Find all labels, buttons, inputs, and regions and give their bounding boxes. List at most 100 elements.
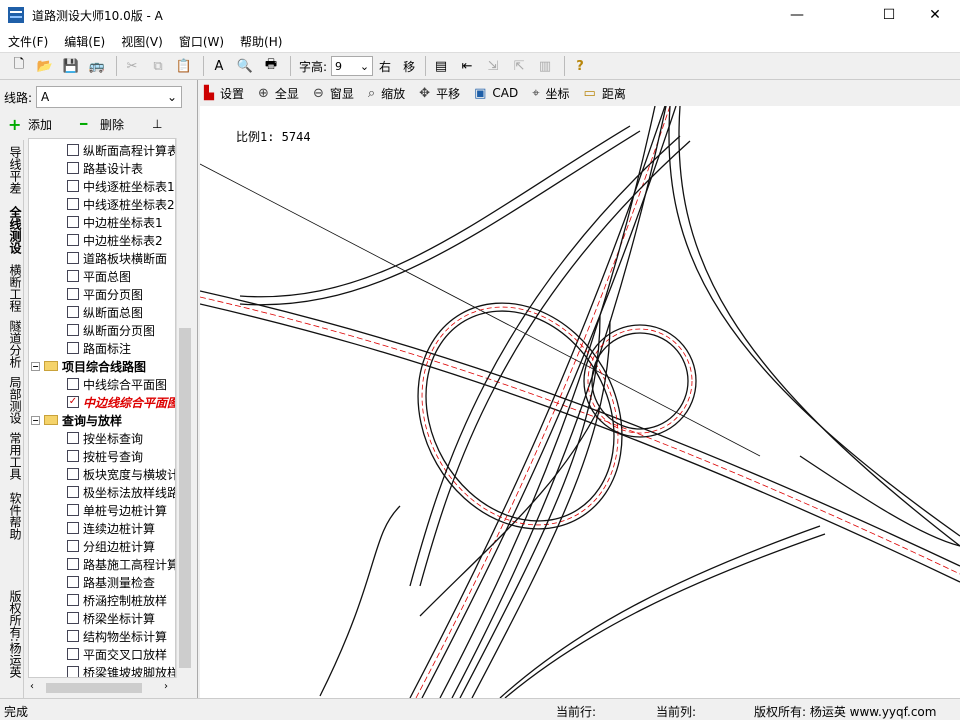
settings-button[interactable]: ▙ 设置 xyxy=(204,85,244,102)
tree-item[interactable]: 平面总图 xyxy=(67,267,131,285)
back-icon[interactable]: ⇤ xyxy=(456,55,478,77)
menu-edit[interactable]: 编辑(E) xyxy=(56,33,113,50)
scrollbar-thumb[interactable] xyxy=(46,683,142,693)
checkbox[interactable] xyxy=(67,540,79,552)
checkbox[interactable] xyxy=(67,558,79,570)
drawing-canvas[interactable]: 比例1: 5744 xyxy=(200,106,960,698)
distance-button[interactable]: ▭ 距离 xyxy=(584,85,626,102)
tree-item[interactable]: 平面交叉口放样 xyxy=(67,645,167,663)
tree-item[interactable]: 极坐标法放样线路 xyxy=(67,483,175,501)
vtab-help[interactable]: 软件帮助 xyxy=(5,492,23,540)
tree-item[interactable]: 路基施工高程计算 xyxy=(67,555,175,573)
tree-item[interactable]: 中线逐桩坐标表1 xyxy=(67,177,175,195)
tree-item[interactable]: 路面标注 xyxy=(67,339,131,357)
checkbox[interactable] xyxy=(67,144,79,156)
coord-button[interactable]: ⌖ 坐标 xyxy=(532,85,569,102)
zoom-window-button[interactable]: ⊖ 窗显 xyxy=(313,85,354,102)
menu-help[interactable]: 帮助(H) xyxy=(232,33,290,50)
tree-item[interactable]: 中线综合平面图 xyxy=(67,375,167,393)
help-icon[interactable]: ? xyxy=(569,55,591,77)
tree-horizontal-scrollbar[interactable]: ‹ › xyxy=(28,680,178,696)
tree-item[interactable]: 中线逐桩坐标表2 xyxy=(67,195,175,213)
vtab-tools[interactable]: 常用工具 xyxy=(5,432,23,480)
tree-item[interactable]: 路基设计表 xyxy=(67,159,143,177)
checkbox[interactable] xyxy=(67,468,79,480)
checkbox[interactable] xyxy=(67,342,79,354)
menu-window[interactable]: 窗口(W) xyxy=(171,33,232,50)
tree-item[interactable]: 纵断面分页图 xyxy=(67,321,155,339)
checkbox[interactable] xyxy=(67,378,79,390)
maximize-button[interactable]: ☐ xyxy=(866,0,912,30)
delete-button[interactable]: 删除 xyxy=(100,116,124,133)
open-icon[interactable]: 📂 xyxy=(34,55,56,77)
add-button[interactable]: 添加 xyxy=(28,116,52,133)
line-select[interactable]: A ⌄ xyxy=(36,86,183,108)
save-icon[interactable]: 💾 xyxy=(60,55,82,77)
minimize-button[interactable]: — xyxy=(774,0,820,30)
checkbox[interactable] xyxy=(67,450,79,462)
zoom-button[interactable]: ⌕ 缩放 xyxy=(368,85,405,102)
checkbox[interactable] xyxy=(67,522,79,534)
tree-item[interactable]: 纵断面高程计算表 xyxy=(67,141,175,159)
collapse-icon[interactable]: − xyxy=(31,361,40,371)
menu-file[interactable]: 文件(F) xyxy=(0,33,56,50)
move-button[interactable]: 移 xyxy=(403,58,415,75)
tree-item[interactable]: 按坐标查询 xyxy=(67,429,143,447)
add-icon[interactable]: + xyxy=(8,115,28,134)
close-button[interactable]: ✕ xyxy=(912,0,958,30)
tree-item[interactable]: ✓ 中边线综合平面图 xyxy=(67,393,175,411)
tree-item[interactable]: 桥梁坐标计算 xyxy=(67,609,155,627)
checkbox[interactable] xyxy=(67,486,79,498)
checkbox[interactable] xyxy=(67,324,79,336)
tree-folder[interactable]: − 查询与放样 xyxy=(31,411,122,429)
checkbox[interactable] xyxy=(67,648,79,660)
tree-item[interactable]: 道路板块横断面 xyxy=(67,249,167,267)
checkbox[interactable] xyxy=(67,234,79,246)
checkbox[interactable] xyxy=(67,216,79,228)
copy-icon[interactable]: ⧉ xyxy=(147,55,169,77)
tree-item[interactable]: 单桩号边桩计算 xyxy=(67,501,167,519)
tree-item[interactable]: 中边桩坐标表1 xyxy=(67,213,163,231)
tree-item[interactable]: 按桩号查询 xyxy=(67,447,143,465)
remove-icon[interactable]: ━ xyxy=(80,117,100,131)
panel-icon[interactable]: ▤ xyxy=(430,55,452,77)
tree-item[interactable]: 连续边桩计算 xyxy=(67,519,155,537)
cad-button[interactable]: ▣ CAD xyxy=(474,86,518,101)
vtab-adjust[interactable]: 导线平差 xyxy=(5,146,23,194)
checkbox[interactable] xyxy=(67,594,79,606)
corner2-icon[interactable]: ⇱ xyxy=(508,55,530,77)
car-icon[interactable]: 🚌 xyxy=(86,55,108,77)
checkbox[interactable] xyxy=(67,306,79,318)
tree-item[interactable]: 板块宽度与横坡计算 xyxy=(67,465,175,483)
print-icon[interactable]: 🖶 xyxy=(260,55,282,77)
checkbox[interactable] xyxy=(67,180,79,192)
new-icon[interactable]: 🗋 xyxy=(8,55,30,77)
checkbox[interactable] xyxy=(67,504,79,516)
zoom-all-button[interactable]: ⊕ 全显 xyxy=(258,85,299,102)
checkbox[interactable] xyxy=(67,270,79,282)
checkbox[interactable] xyxy=(67,162,79,174)
layout-icon[interactable]: ▥ xyxy=(534,55,556,77)
scrollbar-thumb[interactable] xyxy=(179,328,191,668)
menu-view[interactable]: 视图(V) xyxy=(113,33,171,50)
tree-item[interactable]: 桥涵控制桩放样 xyxy=(67,591,167,609)
tree-item[interactable]: 路基测量检查 xyxy=(67,573,155,591)
vtab-local[interactable]: 局部测设 xyxy=(5,376,23,424)
vtab-cross-section[interactable]: 横断工程 xyxy=(5,264,23,312)
checkbox[interactable] xyxy=(67,252,79,264)
checkbox[interactable] xyxy=(67,576,79,588)
checkbox[interactable] xyxy=(67,630,79,642)
checkbox[interactable] xyxy=(67,612,79,624)
pan-button[interactable]: ✥ 平移 xyxy=(419,85,460,102)
tree-folder[interactable]: − 项目综合线路图 xyxy=(31,357,146,375)
collapse-icon[interactable]: − xyxy=(31,415,40,425)
tree-item[interactable]: 纵断面总图 xyxy=(67,303,143,321)
tree-item[interactable]: 中边桩坐标表2 xyxy=(67,231,163,249)
checkbox[interactable]: ✓ xyxy=(67,396,79,408)
checkbox[interactable] xyxy=(67,288,79,300)
checkbox[interactable] xyxy=(67,432,79,444)
scroll-left-icon[interactable]: ‹ xyxy=(30,681,34,692)
checkbox[interactable] xyxy=(67,666,79,677)
corner-icon[interactable]: ⇲ xyxy=(482,55,504,77)
vtab-full-survey[interactable]: 全线测设 xyxy=(5,206,23,254)
